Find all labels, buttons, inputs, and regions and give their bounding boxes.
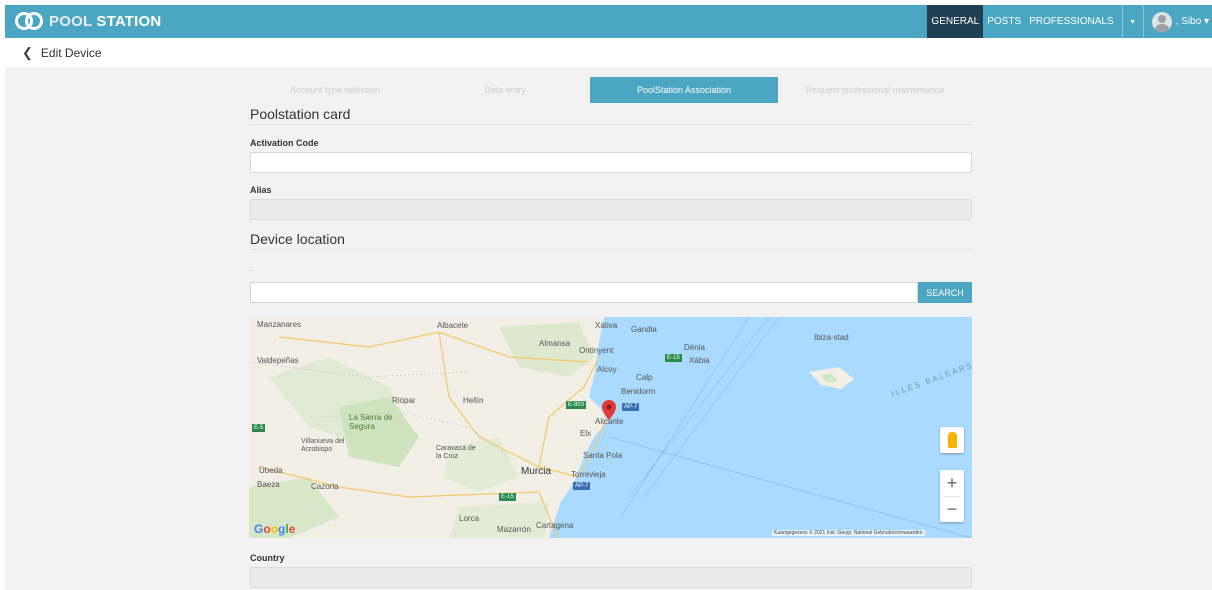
wizard-steps: Account type selection Data entry PoolSt…	[250, 77, 972, 103]
step-data-entry[interactable]: Data entry	[420, 77, 590, 103]
map-label: Manzanares	[257, 320, 302, 329]
poolstation-logo-icon	[15, 11, 43, 31]
map-label: Ibiza-stad	[814, 333, 849, 342]
poolstation-card-title: Poolstation card	[250, 106, 351, 122]
map-label: Santa Pola	[583, 451, 623, 460]
map-label: Torrevieja	[571, 470, 606, 479]
language-dropdown-icon[interactable]: ▾	[1127, 17, 1139, 26]
road-badge: E-15	[665, 354, 682, 362]
map-label: Gandia	[631, 325, 657, 334]
logo-text-pool: POOL	[49, 12, 93, 30]
back-to-previous[interactable]: ❮ Edit Device	[22, 45, 102, 61]
user-avatar-icon[interactable]	[1151, 11, 1172, 32]
map-label: Xàtiva	[595, 321, 618, 330]
map-label: Dénia	[684, 343, 705, 352]
country-input	[250, 567, 972, 588]
google-logo: Google	[254, 522, 296, 536]
road-badge: E-903	[566, 401, 587, 409]
user-name: , Sibo	[1175, 16, 1202, 27]
map-label: Villanueva del Arzobispo	[301, 438, 345, 453]
map-zoom-control: + −	[940, 470, 964, 522]
step-poolstation-association[interactable]: PoolStation Association	[590, 77, 778, 103]
main-nav: GENERAL POSTS PROFESSIONALS ▾ , Sibo ▾	[927, 5, 1212, 38]
logo-text-station: STATION	[96, 12, 162, 30]
country-label: Country	[250, 553, 285, 563]
road-badge: E-15	[499, 493, 516, 501]
map-label: Albacete	[437, 321, 469, 330]
page-title: Edit Device	[40, 46, 102, 60]
location-hint: :	[250, 264, 253, 273]
zoom-out-button[interactable]: −	[940, 496, 964, 522]
map-label: Caravaca de la Cruz	[436, 445, 476, 460]
road-badge: E-5	[252, 424, 266, 432]
chevron-left-icon: ❮	[22, 45, 33, 60]
road-badge: AP-7	[622, 403, 640, 411]
map-label: Calp	[636, 373, 653, 382]
map-label: Hellín	[463, 396, 484, 405]
divider	[250, 124, 972, 125]
map-label: Mazarrón	[497, 525, 531, 534]
activation-code-label: Activation Code	[250, 138, 319, 148]
nav-professionals[interactable]: PROFESSIONALS	[1025, 5, 1117, 38]
map-label: Ontinyent	[579, 346, 614, 355]
road-badge: AP-7	[573, 482, 591, 490]
step-request-maintenance[interactable]: Request professional maintenance	[778, 77, 972, 103]
map-label: Lorca	[459, 514, 480, 523]
map-label: Alcoy	[597, 365, 617, 374]
map-attribution[interactable]: Kaartgegevens © 2021 Inst. Geogr. Nation…	[772, 530, 925, 536]
alias-input	[250, 199, 972, 220]
map-label: Cazorla	[311, 482, 339, 491]
location-pin-icon[interactable]	[602, 400, 616, 420]
step-account-type[interactable]: Account type selection	[250, 77, 420, 103]
nav-general[interactable]: GENERAL	[927, 5, 984, 38]
map-label: Valdepeñas	[257, 356, 299, 365]
map-label: Baeza	[257, 480, 280, 489]
map-label: Almansa	[539, 339, 571, 348]
map-label: Benidorm	[621, 387, 656, 396]
user-menu[interactable]: , Sibo ▾	[1172, 16, 1212, 27]
top-navigation-bar: POOL STATION GENERAL POSTS PROFESSIONALS…	[5, 5, 1212, 38]
map-label: Elx	[580, 429, 592, 438]
poolstation-logo[interactable]: POOL STATION	[15, 11, 161, 31]
activation-code-input[interactable]	[250, 152, 972, 173]
alias-label: Alias	[250, 185, 272, 195]
map-view[interactable]: Manzanares Albacete Xàtiva Gandia Almans…	[249, 317, 972, 538]
device-location-title: Device location	[250, 231, 345, 247]
map-label: Cartagena	[536, 521, 574, 530]
location-search-input[interactable]	[250, 282, 918, 303]
search-button[interactable]: SEARCH	[918, 282, 972, 303]
map-label: Riópar	[392, 396, 416, 405]
map-label: Murcia	[521, 466, 552, 477]
map-label: La Sierra de Segura	[349, 413, 393, 431]
map-label: Úbeda	[259, 466, 283, 475]
map-label: Xàbia	[689, 356, 710, 365]
zoom-in-button[interactable]: +	[940, 470, 964, 496]
nav-divider	[1121, 5, 1123, 38]
nav-posts[interactable]: POSTS	[983, 5, 1025, 38]
nav-divider	[1142, 5, 1144, 38]
street-view-pegman-icon[interactable]	[940, 427, 964, 453]
divider	[250, 249, 972, 250]
